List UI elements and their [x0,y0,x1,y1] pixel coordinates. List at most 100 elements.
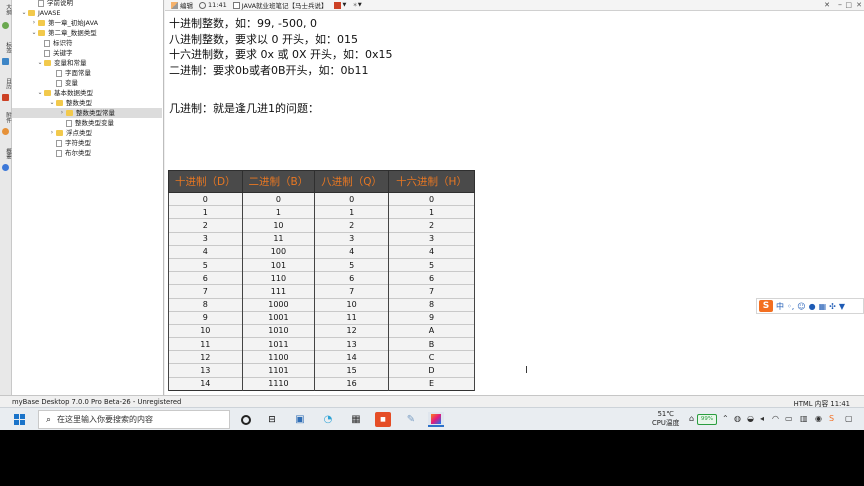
tab-calendar[interactable]: 日历 [1,78,11,89]
wifi-icon[interactable]: ◠ [772,414,779,423]
speaker-icon[interactable]: ◂ [760,414,764,423]
chevron-right-icon[interactable]: › [30,18,38,28]
tree-item[interactable]: 标识符 [36,38,73,48]
options-dropdown[interactable]: ✶ ▼ [352,1,361,9]
sogou-tray-icon[interactable]: S [829,414,834,423]
tree-item[interactable]: › 浮点类型 [48,128,92,138]
tree-item[interactable]: 字面常量 [48,68,91,78]
chevron-down-icon[interactable]: ⌄ [36,58,44,68]
tab-overview[interactable]: 概要 [1,148,11,159]
edit-button[interactable]: 编辑 [171,0,193,10]
window-close-button[interactable]: ✕ [856,0,862,10]
display-icon[interactable]: ▭ [785,414,793,423]
clock-icon [199,1,206,9]
document-title: JAVA就业班笔记【马士兵说】 [232,0,328,10]
folder-icon [66,110,73,116]
skin-shirt-icon[interactable]: ▼ [839,302,845,311]
document-body[interactable]: 十进制整数，如：99, -500, 0 八进制整数，要求以 0 开头，如：015… [169,16,393,78]
edge-browser-icon[interactable]: ◔ [320,412,336,427]
table-cell: 10 [314,297,390,312]
tree-item[interactable]: 布尔类型 [48,148,91,158]
tree-item[interactable]: 字符类型 [48,138,91,148]
tree-item[interactable]: ⌄ 变量和常量 [36,58,86,68]
tab-outline[interactable]: 大纲 [1,4,11,15]
windows-start-icon[interactable] [14,414,25,425]
sidebar-vertical-tabs: 大纲 标签 日历 附件 概要 [0,0,12,395]
tab-tags[interactable]: 标签 [1,42,11,53]
document-icon [232,1,240,9]
chevron-down-icon[interactable]: ⌄ [30,28,38,38]
chevron-down-icon[interactable]: ⌄ [48,98,56,108]
time-display: 11:41 [199,1,227,9]
microphone-icon[interactable]: ● [809,302,816,311]
text-cursor-icon: I [525,365,528,376]
table-cell: A [388,323,475,338]
monitor-app-icon[interactable]: ▣ [292,412,308,427]
chevron-down-icon[interactable]: ⌄ [36,88,44,98]
chevron-right-icon[interactable]: › [48,128,56,138]
table-cell: 9 [168,310,243,325]
table-cell: 16 [314,376,390,391]
taskbar-search-box[interactable]: ⌕ 在这里输入你要搜索的内容 [38,410,230,429]
tree-item[interactable]: ⌄ 第二章_数据类型 [30,28,96,38]
cortana-icon[interactable] [238,412,254,427]
tree-item[interactable]: 整数类型变量 [58,118,114,128]
folder-icon [56,100,63,106]
tree-item[interactable]: 关键字 [36,48,73,58]
column-header: 二进制（B） [241,170,316,193]
table-cell: 0 [241,191,316,206]
table-cell: E [388,376,475,391]
chevron-down-icon[interactable]: ⌄ [20,8,28,18]
tree-item[interactable]: 学前说明 [30,0,73,8]
task-view-icon[interactable]: ⊟ [264,412,280,427]
sogou-logo-icon[interactable]: S [759,300,773,312]
tree-item[interactable]: ⌄ 基本数据类型 [36,88,93,98]
tree-item[interactable]: ⌄ 整数类型 [48,98,92,108]
battery-indicator[interactable]: 99% [697,414,717,425]
cpu-temperature[interactable]: 51℃ CPU温度 [652,410,679,428]
close-icon[interactable]: ✕ [824,1,830,9]
calendar-dropdown[interactable]: ▼ [333,1,346,9]
desktop-screen: 大纲 标签 日历 附件 概要 学前说明 ⌄ JAVASE › 第一章_初始JAVA ⌄ 第二… [0,0,864,430]
ime-language-toggle[interactable]: 中 [776,301,784,312]
tray-app-icon[interactable]: ◉ [815,414,822,423]
intellij-icon[interactable] [428,412,444,427]
tree-item[interactable]: › 第一章_初始JAVA [30,18,98,28]
chevron-down-icon: ▼ [357,2,362,8]
table-cell: 14 [168,376,243,391]
drawing-app-icon[interactable]: ✎ [403,412,419,427]
windows-taskbar: ⌕ 在这里输入你要搜索的内容 ⊟ ▣ ◔ ▦ ■ ✎ 51℃ CPU温度 ⌂ 9… [0,407,864,430]
tag-icon [2,58,9,65]
tools-icon[interactable]: ✣ [829,302,836,311]
notes-tree: 学前说明 ⌄ JAVASE › 第一章_初始JAVA ⌄ 第二章_数据类型 标识符 关键字 ⌄ 变量… [12,0,164,395]
table-row: 13 1101 15 D [168,363,475,378]
table-cell: 1 [314,205,390,219]
maximize-button[interactable]: □ [845,0,852,10]
search-placeholder: 在这里输入你要搜索的内容 [57,415,154,424]
chevron-up-icon[interactable]: ⌃ [722,414,729,423]
outline-icon [2,22,9,29]
table-row: 11 1011 13 B [168,337,475,351]
minimize-button[interactable]: – [838,0,842,10]
document-icon [56,139,62,147]
chevron-right-icon[interactable]: › [58,108,66,118]
tree-item[interactable]: 变量 [48,78,78,88]
emoji-icon[interactable]: ☺ [797,302,805,311]
location-icon[interactable]: ⌂ [689,414,694,423]
keyboard-icon[interactable]: ▦ [819,302,827,311]
app-red-icon[interactable]: ■ [375,412,391,427]
overview-icon [2,164,9,171]
tree-item[interactable]: › 整数类型常量 [12,108,162,118]
table-row: 10 1010 12 A [168,323,475,338]
tab-attachments[interactable]: 附件 [1,112,11,123]
network-icon[interactable]: ▥ [800,414,808,423]
table-cell: 9 [388,310,475,325]
app-tray-icon[interactable]: ◒ [747,414,754,423]
calculator-icon[interactable]: ▦ [348,412,364,427]
text-line: 二进制：要求0b或者0B开头，如：0b11 [169,63,369,77]
punctuation-icon[interactable]: ◦, [787,302,794,311]
globe-icon[interactable]: ◍ [734,414,741,423]
calendar-small-icon [333,1,341,9]
notifications-icon[interactable]: ▢ [845,414,853,423]
tree-item[interactable]: ⌄ JAVASE [20,8,60,18]
